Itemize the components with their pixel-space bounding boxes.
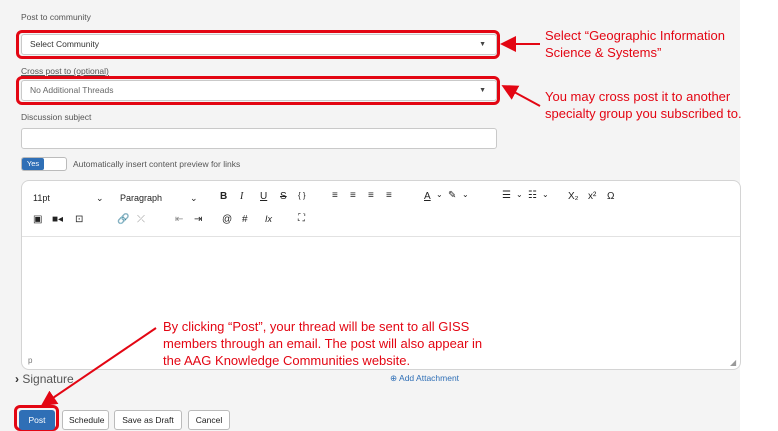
arrow-2 (501, 85, 541, 107)
arrow-3 (40, 327, 157, 407)
annotation-line: specialty group you subscribed to. (545, 106, 742, 121)
annotation-line: Select “Geographic Information (545, 28, 725, 43)
annotation-line: Science & Systems” (545, 45, 662, 60)
annotation-community: Select “Geographic Information Science &… (545, 27, 725, 61)
annotation-cross-post: You may cross post it to another special… (545, 88, 742, 122)
annotation-post: By clicking “Post”, your thread will be … (163, 318, 482, 369)
annotation-line: By clicking “Post”, your thread will be … (163, 319, 470, 334)
annotation-line: the AAG Knowledge Communities website. (163, 353, 411, 368)
annotation-line: You may cross post it to another (545, 89, 731, 104)
annotation-line: members through an email. The post will … (163, 336, 483, 351)
